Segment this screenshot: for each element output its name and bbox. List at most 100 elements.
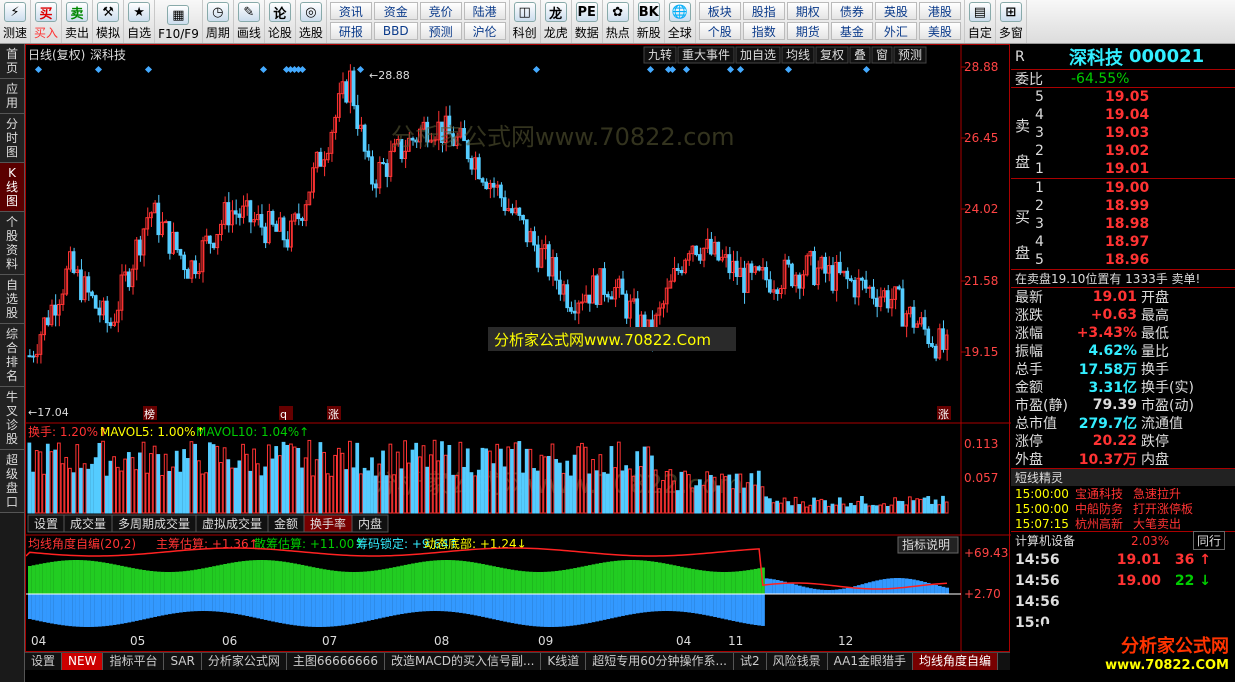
indicator-tab-0[interactable]: 设置 (25, 653, 63, 670)
candle (130, 264, 135, 295)
info-grid: 资讯研报 资金 BBD 竞价预测 陆港沪伦 (327, 0, 510, 43)
sidebar-item-7[interactable]: 牛叉诊股 (0, 387, 24, 450)
month-label-6: 04 (676, 634, 691, 648)
sidebar-item-2[interactable]: 分时图 (0, 114, 24, 163)
feature-button-3[interactable]: ✿ 热点 (603, 0, 634, 43)
market-grid-item-4[interactable]: 期权 (786, 2, 829, 20)
market-grid-item-8[interactable]: 英股 (874, 2, 917, 20)
indicator-tab-9[interactable]: 试2 (734, 653, 767, 670)
market-grid-item-1[interactable]: 个股 (698, 22, 741, 40)
market-grid-item-3[interactable]: 指数 (742, 22, 785, 40)
ind-bar-neg (319, 594, 323, 627)
info-grid-item-5[interactable]: 预测 (419, 22, 462, 40)
volume-bar (278, 455, 282, 514)
indicator-tab-1[interactable]: NEW (62, 653, 104, 670)
volume-bar (491, 463, 496, 514)
ind-bar-neg (337, 594, 342, 626)
sidebar-item-0[interactable]: 首页 (0, 44, 24, 79)
indicator-tab-3[interactable]: SAR (164, 653, 202, 670)
ind-bar-neg (359, 594, 364, 623)
info-grid-item-7[interactable]: 沪伦 (463, 22, 506, 40)
ind-bar (569, 568, 574, 594)
month-label-8: 12 (838, 634, 853, 648)
market-grid-item-5[interactable]: 期货 (786, 22, 829, 40)
industry-name[interactable]: 计算机设备 (1011, 532, 1131, 549)
window-button-1[interactable]: ⊞ 多窗 (996, 0, 1027, 43)
candle (75, 265, 80, 277)
stat-label: 总手 (1015, 362, 1043, 378)
feature-button-4[interactable]: BK 新股 (634, 0, 665, 43)
indicator-tab-7[interactable]: K线道 (541, 653, 587, 670)
toolbar-button-0[interactable]: 买买入 (31, 0, 63, 43)
info-grid-item-2[interactable]: 资金 (373, 2, 418, 20)
market-grid-item-10[interactable]: 港股 (918, 2, 961, 20)
ind-bar-neg (215, 594, 220, 612)
ind-bar (632, 560, 636, 594)
market-grid-item-2[interactable]: 股指 (742, 2, 785, 20)
indicator-tab-11[interactable]: AA1金眼猎手 (828, 653, 914, 670)
candle (333, 114, 338, 140)
indicator-tab-12[interactable]: 均线角度自编 (913, 653, 999, 670)
ind-bar-neg (392, 594, 397, 616)
candle (215, 233, 220, 255)
buy-book-label: 买盘 (1015, 208, 1031, 262)
info-grid-item-1[interactable]: 研报 (329, 22, 372, 40)
window-button-0[interactable]: ▤ 自定 (965, 0, 996, 43)
sprite-title: 短线精灵 (1015, 471, 1064, 485)
ind-bar-neg (396, 594, 401, 615)
ind-bar (50, 561, 54, 594)
stat-label-right: 换手(实) (1141, 380, 1194, 396)
sprite-stock[interactable]: 杭州高新 (1075, 515, 1133, 532)
volume-bar (410, 449, 415, 514)
speed-test-button[interactable]: ⚡ 测速 (0, 0, 32, 43)
ind-bar-neg (532, 594, 537, 627)
sidebar-item-4[interactable]: 个股资料 (0, 212, 24, 275)
market-grid-item-7[interactable]: 基金 (830, 22, 873, 40)
volume-bar (300, 467, 304, 514)
indicator-tab-10[interactable]: 风险钱景 (767, 653, 828, 670)
buy-book-level: 4 (1035, 234, 1044, 250)
market-grid-item-9[interactable]: 外汇 (874, 22, 917, 40)
market-grid-item-6[interactable]: 债券 (830, 2, 873, 20)
peer-button[interactable]: 同行 (1193, 531, 1226, 550)
sidebar-item-6[interactable]: 综合排名 (0, 324, 24, 387)
info-grid-item-3[interactable]: BBD (373, 22, 418, 40)
toolbar-button-8[interactable]: ◎ 选股 (296, 0, 327, 43)
info-grid-item-4[interactable]: 竞价 (419, 2, 462, 20)
info-grid-item-6[interactable]: 陆港 (463, 2, 506, 20)
toolbar-button-5[interactable]: ◷ 周期 (203, 0, 234, 43)
ind-bar-neg (761, 594, 765, 626)
indicator-tab-6[interactable]: 改造MACD的买入信号副... (385, 653, 542, 670)
candle (517, 206, 522, 221)
sidebar-item-5[interactable]: 自选股 (0, 275, 24, 324)
toolbar-button-7[interactable]: 论论股 (265, 0, 296, 43)
toolbar-button-3[interactable]: ★ 自选 (124, 0, 156, 43)
feature-button-1[interactable]: 龙龙虎 (541, 0, 572, 43)
feature-button-2[interactable]: PE 数据 (572, 0, 603, 43)
toolbar-button-1[interactable]: 卖卖出 (62, 0, 94, 43)
sidebar-item-3[interactable]: K线图 (0, 163, 24, 212)
sidebar-item-8[interactable]: 超级盘口 (0, 450, 24, 513)
candle (300, 216, 304, 227)
chart-area[interactable]: 日线(复权) 深科技 九转 重大事件 加自选 均线 复权叠窗预测 28.88 26.45 24.0… (25, 44, 1011, 653)
toolbar-button-6[interactable]: ✎ 画线 (234, 0, 265, 43)
toolbar-button-2[interactable]: ⚒ 模拟 (93, 0, 125, 43)
market-grid-item-11[interactable]: 美股 (918, 22, 961, 40)
sidebar-item-1[interactable]: 应用 (0, 79, 24, 114)
ind-bar (665, 563, 670, 594)
indicator-tab-8[interactable]: 超短专用60分钟操作系... (586, 653, 734, 670)
info-grid-item-0[interactable]: 资讯 (329, 2, 372, 20)
indicator-tab-5[interactable]: 主图66666666 (287, 653, 385, 670)
market-grid-item-0[interactable]: 板块 (698, 2, 741, 20)
kline-chart[interactable]: 日线(复权) 深科技 九转 重大事件 加自选 均线 复权叠窗预测 28.88 26.45 24.0… (26, 45, 1011, 653)
candle (487, 179, 492, 199)
candle (495, 180, 500, 196)
ind-bar-neg (285, 594, 290, 625)
feature-button-0[interactable]: ◫ 科创 (510, 0, 541, 43)
indicator-tab-2[interactable]: 指标平台 (103, 653, 165, 670)
indicator-tab-4[interactable]: 分析家公式网 (202, 653, 287, 670)
feature-button-5[interactable]: 🌐 全球 (665, 0, 696, 43)
ind-bar (606, 561, 611, 594)
ind-bar (727, 571, 732, 594)
toolbar-button-4[interactable]: ▦ F10/F9 (155, 0, 203, 43)
